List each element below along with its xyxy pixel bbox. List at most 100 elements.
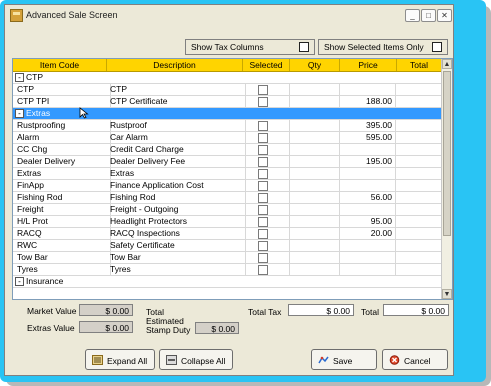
selected-cell[interactable] bbox=[243, 120, 290, 131]
show-tax-columns-checkbox[interactable] bbox=[299, 42, 309, 52]
qty-cell[interactable] bbox=[290, 240, 340, 251]
item-row[interactable]: CTP CTP bbox=[13, 84, 441, 96]
qty-cell[interactable] bbox=[290, 96, 340, 107]
title-bar[interactable]: Advanced Sale Screen _ □ ✕ bbox=[5, 5, 453, 25]
vertical-scrollbar[interactable]: ▲ ▼ bbox=[441, 59, 452, 299]
group-row-ctp[interactable]: - CTP bbox=[13, 72, 441, 84]
selected-cell[interactable] bbox=[243, 180, 290, 191]
grid-rows: - CTP CTP CTP CTP TPI CTP Certificate 188.00- E… bbox=[13, 72, 441, 288]
group-row-insurance[interactable]: - Insurance bbox=[13, 276, 441, 288]
items-grid[interactable]: Item Code Description Selected Qty Price… bbox=[12, 58, 453, 300]
item-row[interactable]: Fishing Rod Fishing Rod 56.00 bbox=[13, 192, 441, 204]
qty-cell[interactable] bbox=[290, 228, 340, 239]
column-header-total[interactable]: Total bbox=[397, 59, 441, 71]
selected-checkbox[interactable] bbox=[258, 253, 268, 263]
qty-cell[interactable] bbox=[290, 168, 340, 179]
column-header-qty[interactable]: Qty bbox=[290, 59, 340, 71]
selected-checkbox[interactable] bbox=[258, 241, 268, 251]
qty-cell[interactable] bbox=[290, 264, 340, 275]
stamp-duty-label-line3: Stamp Duty bbox=[146, 325, 191, 335]
collapse-all-label: Collapse All bbox=[181, 356, 226, 366]
selected-cell[interactable] bbox=[243, 204, 290, 215]
minimize-button[interactable]: _ bbox=[405, 9, 420, 22]
qty-cell[interactable] bbox=[290, 132, 340, 143]
selected-cell[interactable] bbox=[243, 192, 290, 203]
selected-cell[interactable] bbox=[243, 132, 290, 143]
selected-cell[interactable] bbox=[243, 84, 290, 95]
column-header-price[interactable]: Price bbox=[340, 59, 397, 71]
selected-checkbox[interactable] bbox=[258, 133, 268, 143]
item-code-cell: Tyres bbox=[13, 264, 111, 275]
show-tax-columns-toggle[interactable]: Show Tax Columns bbox=[185, 39, 315, 55]
expand-collapse-icon[interactable]: - bbox=[15, 277, 24, 286]
selected-checkbox[interactable] bbox=[258, 217, 268, 227]
collapse-all-button[interactable]: Collapse All bbox=[159, 349, 233, 370]
show-tax-columns-label: Show Tax Columns bbox=[191, 42, 264, 52]
group-label: Insurance bbox=[26, 276, 64, 286]
qty-cell[interactable] bbox=[290, 84, 340, 95]
item-row[interactable]: Rustproofing Rustproof 395.00 bbox=[13, 120, 441, 132]
total-cell bbox=[397, 216, 441, 227]
selected-checkbox[interactable] bbox=[258, 145, 268, 155]
selected-checkbox[interactable] bbox=[258, 97, 268, 107]
selected-cell[interactable] bbox=[243, 252, 290, 263]
price-cell bbox=[340, 180, 396, 191]
item-row[interactable]: RWC Safety Certificate bbox=[13, 240, 441, 252]
show-selected-only-checkbox[interactable] bbox=[432, 42, 442, 52]
show-selected-only-toggle[interactable]: Show Selected Items Only bbox=[318, 39, 448, 55]
item-row[interactable]: Freight Freight - Outgoing bbox=[13, 204, 441, 216]
selected-checkbox[interactable] bbox=[258, 229, 268, 239]
qty-cell[interactable] bbox=[290, 204, 340, 215]
selected-cell[interactable] bbox=[243, 216, 290, 227]
close-button[interactable]: ✕ bbox=[437, 9, 452, 22]
expand-collapse-icon[interactable]: - bbox=[15, 109, 24, 118]
selected-checkbox[interactable] bbox=[258, 265, 268, 275]
selected-checkbox[interactable] bbox=[258, 169, 268, 179]
expand-collapse-icon[interactable]: - bbox=[15, 73, 24, 82]
selected-cell[interactable] bbox=[243, 264, 290, 275]
expand-all-button[interactable]: Expand All bbox=[85, 349, 155, 370]
item-row[interactable]: Extras Extras bbox=[13, 168, 441, 180]
qty-cell[interactable] bbox=[290, 252, 340, 263]
scroll-down-button[interactable]: ▼ bbox=[442, 289, 452, 299]
selected-cell[interactable] bbox=[243, 96, 290, 107]
selected-cell[interactable] bbox=[243, 168, 290, 179]
selected-cell[interactable] bbox=[243, 240, 290, 251]
description-cell: Dealer Delivery Fee bbox=[107, 156, 246, 167]
restore-button[interactable]: □ bbox=[421, 9, 436, 22]
item-row[interactable]: CTP TPI CTP Certificate 188.00 bbox=[13, 96, 441, 108]
selected-cell[interactable] bbox=[243, 156, 290, 167]
app-icon bbox=[10, 9, 23, 22]
column-header-item-code[interactable]: Item Code bbox=[13, 59, 107, 71]
selected-cell[interactable] bbox=[243, 144, 290, 155]
selected-checkbox[interactable] bbox=[258, 205, 268, 215]
scroll-up-button[interactable]: ▲ bbox=[442, 59, 452, 69]
qty-cell[interactable] bbox=[290, 144, 340, 155]
group-row-extras[interactable]: - Extras bbox=[13, 107, 441, 120]
selected-checkbox[interactable] bbox=[258, 181, 268, 191]
item-row[interactable]: RACQ RACQ Inspections 20.00 bbox=[13, 228, 441, 240]
item-row[interactable]: CC Chg Credit Card Charge bbox=[13, 144, 441, 156]
qty-cell[interactable] bbox=[290, 156, 340, 167]
item-row[interactable]: Dealer Delivery Dealer Delivery Fee 195.00 bbox=[13, 156, 441, 168]
qty-cell[interactable] bbox=[290, 192, 340, 203]
selected-checkbox[interactable] bbox=[258, 157, 268, 167]
qty-cell[interactable] bbox=[290, 216, 340, 227]
price-cell: 195.00 bbox=[340, 156, 396, 167]
cancel-button[interactable]: Cancel bbox=[382, 349, 448, 370]
item-row[interactable]: H/L Prot Headlight Protectors 95.00 bbox=[13, 216, 441, 228]
selected-checkbox[interactable] bbox=[258, 193, 268, 203]
column-header-selected[interactable]: Selected bbox=[243, 59, 290, 71]
selected-checkbox[interactable] bbox=[258, 121, 268, 131]
selected-cell[interactable] bbox=[243, 228, 290, 239]
item-row[interactable]: Alarm Car Alarm 595.00 bbox=[13, 132, 441, 144]
scroll-thumb[interactable] bbox=[443, 71, 451, 236]
column-header-description[interactable]: Description bbox=[107, 59, 243, 71]
qty-cell[interactable] bbox=[290, 180, 340, 191]
selected-checkbox[interactable] bbox=[258, 85, 268, 95]
save-button[interactable]: Save bbox=[311, 349, 377, 370]
item-row[interactable]: Tyres Tyres bbox=[13, 264, 441, 276]
qty-cell[interactable] bbox=[290, 120, 340, 131]
item-row[interactable]: FinApp Finance Application Cost bbox=[13, 180, 441, 192]
item-row[interactable]: Tow Bar Tow Bar bbox=[13, 252, 441, 264]
